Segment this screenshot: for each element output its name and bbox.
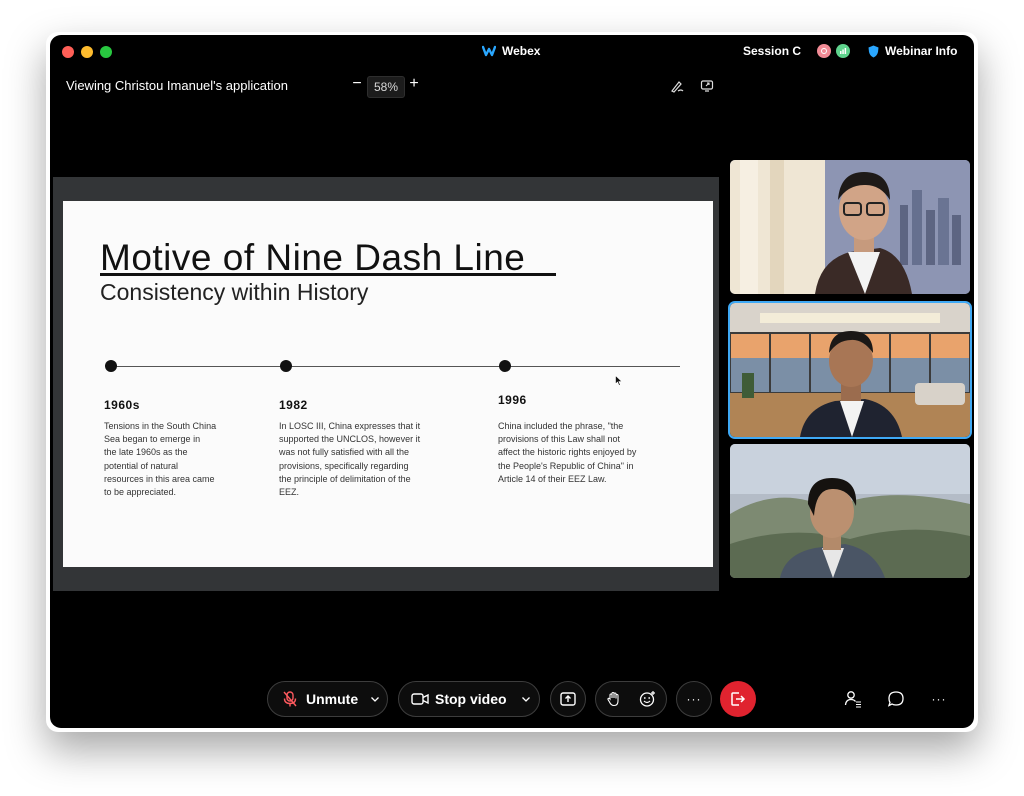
webex-window: Webex Session C Webinar Info Viewing Chr… — [50, 35, 974, 728]
session-label: Session C — [743, 44, 802, 58]
zoom-level[interactable]: 58% — [367, 76, 405, 98]
leave-button[interactable] — [720, 681, 756, 717]
more-options-button[interactable]: ··· — [676, 681, 712, 717]
app-name: Webex — [502, 44, 541, 58]
share-button[interactable] — [550, 681, 586, 717]
raise-hand-icon[interactable] — [607, 691, 621, 707]
participant-video — [730, 160, 970, 294]
reactions-icon[interactable] — [639, 690, 657, 708]
mic-muted-icon — [283, 691, 297, 707]
participants-icon — [844, 691, 861, 708]
timeline-description: Tensions in the South China Sea began to… — [104, 421, 217, 498]
close-window-button[interactable] — [62, 46, 74, 58]
title-underline — [100, 273, 556, 276]
share-icon — [560, 692, 576, 706]
maximize-window-button[interactable] — [100, 46, 112, 58]
webinar-info-label: Webinar Info — [885, 44, 958, 58]
timeline-dot — [105, 360, 117, 372]
pop-out-icon[interactable] — [700, 79, 714, 93]
timeline-line — [110, 366, 680, 367]
more-panels-button[interactable]: ··· — [930, 690, 948, 708]
webinar-info-button[interactable]: Webinar Info — [868, 44, 957, 58]
title-bar: Webex Session C Webinar Info — [50, 35, 974, 69]
timeline-year: 1982 — [279, 398, 308, 412]
participant-video-tile[interactable] — [730, 444, 970, 578]
zoom-in-button[interactable]: + — [407, 75, 421, 93]
timeline-dot — [499, 360, 511, 372]
zoom-out-button[interactable]: − — [350, 75, 364, 93]
active-speaker-video-tile[interactable] — [730, 303, 970, 437]
unmute-label: Unmute — [306, 691, 359, 707]
viewing-label: Viewing Christou Imanuel's application — [66, 78, 288, 93]
timeline-description: China included the phrase, "the provisio… — [498, 421, 637, 484]
slide-subtitle: Consistency within History — [100, 279, 369, 305]
participant-video — [730, 303, 970, 437]
more-icon: ··· — [686, 692, 702, 706]
chevron-down-icon[interactable] — [521, 694, 531, 704]
stop-video-label: Stop video — [435, 691, 507, 707]
network-health-icon[interactable] — [836, 44, 850, 58]
timeline-dot — [280, 360, 292, 372]
timeline-year: 1960s — [104, 398, 140, 412]
unmute-button[interactable]: Unmute — [267, 681, 388, 717]
chat-icon — [887, 691, 904, 707]
mouse-cursor-icon — [615, 375, 623, 386]
timeline-description: In LOSC III, China expresses that it sup… — [279, 421, 421, 498]
recording-icon[interactable] — [817, 44, 831, 58]
presentation-slide: Motive of Nine Dash Line Consistency wit… — [63, 201, 713, 567]
leave-icon — [731, 692, 746, 706]
shared-screen[interactable]: Motive of Nine Dash Line Consistency wit… — [53, 177, 719, 591]
chevron-down-icon[interactable] — [370, 694, 380, 704]
participant-video-tile[interactable] — [730, 160, 970, 294]
video-camera-icon — [411, 693, 429, 705]
stop-video-button[interactable]: Stop video — [398, 681, 540, 717]
annotate-icon[interactable] — [670, 79, 684, 93]
webex-logo-icon — [482, 45, 496, 57]
participant-video — [730, 444, 970, 578]
reactions-group — [595, 681, 667, 717]
shield-icon — [868, 45, 879, 57]
timeline-year: 1996 — [498, 393, 527, 407]
app-title: Webex — [482, 44, 540, 58]
chat-button[interactable] — [887, 690, 905, 708]
minimize-window-button[interactable] — [81, 46, 93, 58]
participants-button[interactable] — [844, 690, 862, 708]
